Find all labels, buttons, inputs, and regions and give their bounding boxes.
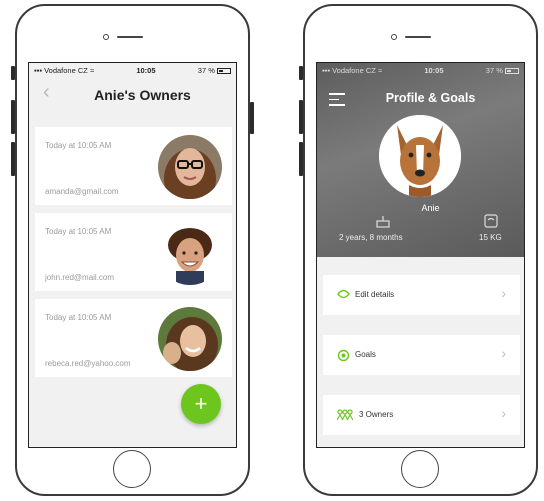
avatar	[158, 221, 222, 285]
speaker-grille	[405, 36, 431, 38]
speaker-grille	[117, 36, 143, 38]
page-title: Anie's Owners	[94, 87, 191, 103]
signal-icon: ▪▪▪	[322, 65, 333, 75]
clock: 10:05	[424, 65, 444, 75]
battery-percent: 37 %	[197, 65, 215, 75]
page-title: Profile & Goals	[385, 91, 476, 105]
edit-icon	[337, 289, 350, 302]
power-button	[250, 102, 254, 134]
owner-card[interactable]: Today at 10:05 AM rebeca.red@yahoo.com	[35, 299, 232, 377]
owner-email: john.red@mail.com	[45, 273, 115, 282]
volume-up-button	[11, 100, 15, 134]
status-bar: ▪▪▪ Vodafone CZ ≈ 10:05 37 %	[29, 63, 236, 77]
home-button[interactable]	[401, 450, 439, 488]
battery-icon	[504, 67, 519, 74]
avatar	[158, 135, 222, 199]
menu-item-label: 3 Owners	[359, 410, 394, 419]
avatar	[158, 307, 222, 371]
dog-name: Anie	[421, 203, 440, 213]
wifi-icon: ≈	[377, 65, 383, 75]
goals-icon	[337, 349, 350, 364]
owner-time: Today at 10:05 AM	[45, 227, 112, 236]
mute-switch	[299, 66, 303, 80]
menu-item-edit-details[interactable]: Edit details ›	[323, 275, 520, 315]
profile-screen: ▪▪▪ Vodafone CZ ≈ 10:05 37 % Profile & G…	[316, 62, 525, 448]
chevron-right-icon: ›	[501, 345, 506, 361]
phone-frame-left: ▪▪▪ Vodafone CZ ≈ 10:05 37 % ‹ Anie's Ow…	[11, 4, 254, 496]
camera-dot	[103, 34, 109, 40]
owner-email: rebeca.red@yahoo.com	[45, 359, 131, 368]
owner-time: Today at 10:05 AM	[45, 141, 112, 150]
chevron-right-icon: ›	[501, 405, 506, 421]
scale-icon	[483, 213, 499, 234]
owner-card[interactable]: Today at 10:05 AM john.red@mail.com	[35, 213, 232, 291]
volume-up-button	[299, 100, 303, 134]
chevron-right-icon: ›	[501, 285, 506, 301]
owner-time: Today at 10:05 AM	[45, 313, 112, 322]
volume-down-button	[299, 142, 303, 176]
battery-icon	[216, 67, 231, 74]
home-button[interactable]	[113, 450, 151, 488]
owners-icon	[336, 409, 354, 423]
profile-header: ▪▪▪ Vodafone CZ ≈ 10:05 37 % Profile & G…	[317, 63, 524, 257]
menu-item-goals[interactable]: Goals ›	[323, 335, 520, 375]
menu-item-label: Edit details	[355, 290, 395, 299]
add-owner-button[interactable]: +	[181, 384, 221, 424]
volume-down-button	[11, 142, 15, 176]
menu-item-owners[interactable]: 3 Owners ›	[323, 395, 520, 435]
owner-email: amanda@gmail.com	[45, 187, 119, 196]
phone-frame-right: ▪▪▪ Vodafone CZ ≈ 10:05 37 % Profile & G…	[299, 4, 538, 496]
nav-bar: ‹ Anie's Owners	[29, 77, 236, 113]
birthday-cake-icon	[375, 213, 391, 234]
menu-item-label: Goals	[355, 350, 376, 359]
status-bar: ▪▪▪ Vodafone CZ ≈ 10:05 37 %	[317, 63, 524, 77]
battery-percent: 37 %	[485, 65, 503, 75]
plus-icon: +	[194, 391, 208, 416]
owners-screen: ▪▪▪ Vodafone CZ ≈ 10:05 37 % ‹ Anie's Ow…	[28, 62, 237, 448]
dog-weight: 15 KG	[479, 233, 502, 242]
clock: 10:05	[136, 65, 156, 75]
carrier-label: Vodafone CZ	[44, 65, 88, 75]
mute-switch	[11, 66, 15, 80]
signal-icon: ▪▪▪	[34, 65, 45, 75]
owner-card[interactable]: Today at 10:05 AM amanda@gmail.com	[35, 127, 232, 205]
dog-age: 2 years, 8 months	[339, 233, 403, 242]
carrier-label: Vodafone CZ	[332, 65, 376, 75]
dog-avatar	[379, 115, 461, 197]
wifi-icon: ≈	[89, 65, 95, 75]
camera-dot	[391, 34, 397, 40]
